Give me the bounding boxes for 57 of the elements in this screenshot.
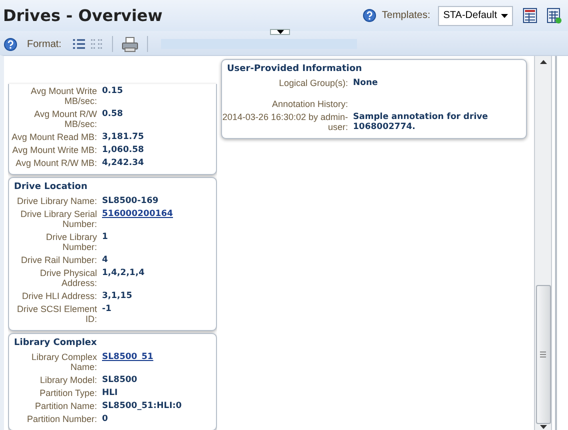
- field-label: Annotation History:: [270, 99, 348, 109]
- help-icon[interactable]: [362, 9, 376, 22]
- field-label: Drive Rail Number:: [20, 255, 97, 265]
- field-label: Drive SCSI Element ID:: [16, 304, 97, 324]
- field-label: Partition Number:: [26, 414, 97, 424]
- field-value: 0.58: [102, 109, 124, 121]
- calculator-icon[interactable]: [547, 8, 562, 24]
- panel-title: Library Complex: [14, 338, 98, 348]
- field-label: Drive Physical Address:: [38, 268, 97, 288]
- collapse-handle[interactable]: [270, 29, 290, 35]
- field-label: Drive Library Name:: [16, 196, 97, 206]
- field-value: SL8500-169: [102, 196, 160, 206]
- field-value: 0.15: [102, 86, 124, 98]
- field-label: Partition Type:: [38, 388, 97, 398]
- scroll-up-icon[interactable]: [540, 60, 546, 64]
- field-label: Drive HLI Address:: [20, 291, 97, 301]
- value-link[interactable]: SL8500_51: [102, 352, 216, 372]
- grid-icon[interactable]: [523, 8, 537, 23]
- field-label: Drive Library Serial Number:: [19, 209, 97, 229]
- field-value: 4,242.34: [102, 158, 145, 168]
- value-link[interactable]: 516000200164: [102, 209, 216, 229]
- templates-dropdown[interactable]: STA-Default: [438, 6, 513, 26]
- templates-label: Templates:: [382, 10, 430, 21]
- field-value: 4: [102, 255, 109, 265]
- field-value: SL8500_51:HLI:0: [102, 401, 183, 411]
- field-value: -1: [102, 304, 112, 316]
- panel-title: Drive Location: [14, 182, 88, 192]
- field-value: None: [353, 78, 379, 88]
- field-value: 1,4,2,1,4: [102, 268, 146, 280]
- field-label: Library Model:: [38, 375, 97, 385]
- field-label: Avg Mount R/W MB/sec:: [33, 109, 97, 129]
- page-title: Drives - Overview: [3, 6, 164, 25]
- field-value: 3,1,15: [102, 291, 134, 301]
- field-value: Sample annotation for drive 1068002774.: [353, 112, 489, 132]
- scrollbar[interactable]: [534, 56, 552, 430]
- field-label: Avg Mount Write MB:: [11, 145, 97, 155]
- field-value: 0: [102, 414, 109, 424]
- caret-icon: [501, 14, 508, 18]
- field-label: Avg Mount R/W MB:: [14, 158, 97, 168]
- field-label: Drive Library Number:: [44, 232, 97, 252]
- field-label: Library Complex Name:: [30, 352, 97, 372]
- field-value: HLI: [102, 388, 119, 398]
- scrollbar-thumb[interactable]: [536, 285, 550, 424]
- panel-title: User-Provided Information: [227, 64, 363, 74]
- field-label: Avg Mount Write MB/sec:: [30, 86, 97, 106]
- field-label: Avg Mount Read MB:: [10, 132, 97, 142]
- list-icon[interactable]: [73, 39, 86, 49]
- field-value: SL8500: [102, 375, 138, 385]
- help-icon[interactable]: [4, 38, 17, 50]
- field-value: 1,060.58: [102, 145, 145, 155]
- field-value: 1: [102, 232, 109, 244]
- print-icon[interactable]: [122, 36, 138, 52]
- field-value: 3,181.75: [102, 132, 145, 142]
- field-label: Logical Group(s):: [278, 78, 348, 88]
- field-label: 2014-03-26 16:30:02 by admin-user:: [222, 112, 348, 132]
- format-label: Format:: [27, 38, 62, 50]
- field-label: Partition Name:: [34, 401, 97, 411]
